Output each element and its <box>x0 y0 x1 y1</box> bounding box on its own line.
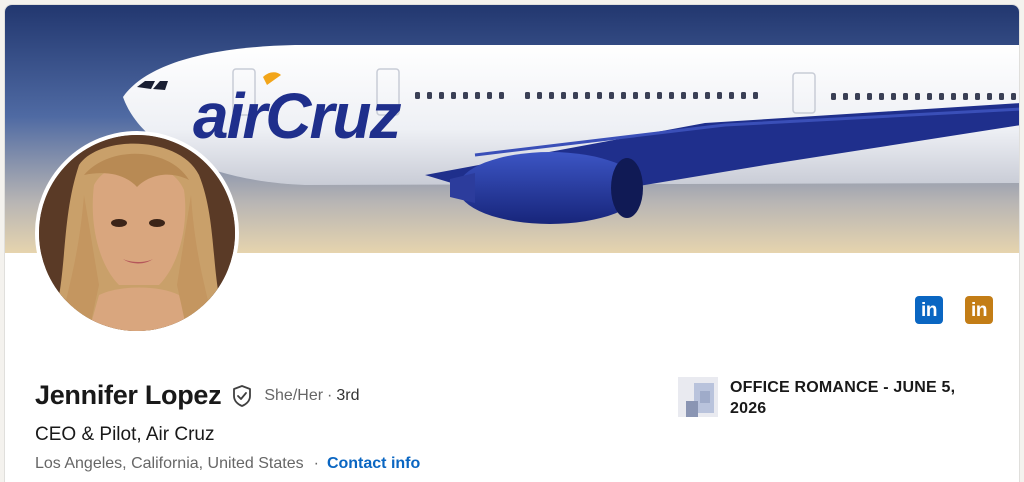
avatar-photo <box>39 135 235 331</box>
linkedin-premium-badge[interactable]: in <box>965 296 993 324</box>
linkedin-badge[interactable]: in <box>915 296 943 324</box>
linkedin-premium-icon: in <box>971 299 987 321</box>
degree-separator: · <box>327 386 333 404</box>
company-name: OFFICE ROMANCE - JUNE 5, 2026 <box>730 379 956 417</box>
connection-degree: 3rd <box>336 386 360 404</box>
profile-card: airCruz in in Jennifer Lopez She/Her · 3… <box>4 4 1020 482</box>
linkedin-icon: in <box>921 299 937 321</box>
profile-name: Jennifer Lopez <box>35 380 222 410</box>
profile-badges: in in <box>915 296 993 324</box>
company-logo-icon <box>678 377 718 417</box>
profile-avatar[interactable] <box>35 131 239 335</box>
pronouns: She/Her <box>264 386 324 404</box>
location-separator: · <box>313 455 319 472</box>
profile-headline: CEO & Pilot, Air Cruz <box>35 424 215 445</box>
current-company[interactable]: OFFICE ROMANCE - JUNE 5, 2026 <box>678 377 990 419</box>
svg-text:airCruz: airCruz <box>193 80 402 152</box>
location-row: Los Angeles, California, United States ·… <box>35 455 420 473</box>
name-row: Jennifer Lopez She/Her · 3rd <box>35 380 360 411</box>
airline-logo: airCruz <box>193 72 404 152</box>
contact-info-link[interactable]: Contact info <box>327 455 420 473</box>
verified-shield-icon[interactable] <box>230 384 254 408</box>
profile-location: Los Angeles, California, United States <box>35 455 304 472</box>
